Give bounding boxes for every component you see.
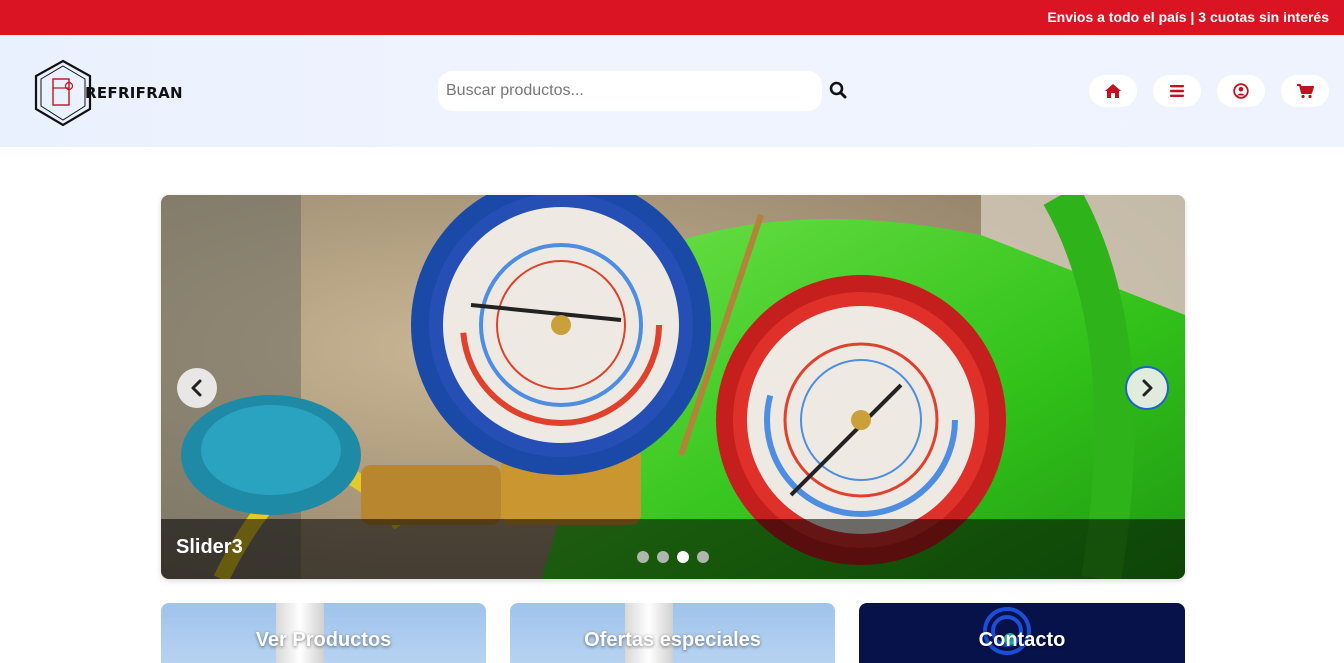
card-ofertas-especiales[interactable]: Ofertas especiales (510, 603, 835, 663)
slide-caption-text: Slider3 (176, 536, 243, 558)
card-label: Ofertas especiales (584, 629, 761, 651)
search-input[interactable] (438, 71, 822, 111)
promo-bar: Envios a todo el país | 3 cuotas sin int… (0, 0, 1344, 35)
carousel-dot-2[interactable] (657, 551, 669, 563)
search-button[interactable] (829, 81, 849, 101)
cart-button[interactable] (1281, 75, 1329, 107)
site-logo[interactable]: REFRIFRAN (33, 59, 193, 127)
search-icon (829, 81, 847, 99)
carousel-indicators (637, 551, 709, 563)
card-label: Ver Productos (255, 629, 392, 651)
hero-carousel: Slider3 (161, 195, 1185, 579)
bars-icon (1170, 85, 1184, 97)
home-button[interactable] (1089, 75, 1137, 107)
home-icon (1105, 84, 1121, 98)
carousel-dot-3[interactable] (677, 551, 689, 563)
carousel-dot-4[interactable] (697, 551, 709, 563)
chevron-right-icon (1142, 379, 1153, 397)
carousel-next-button[interactable] (1127, 368, 1167, 408)
shopping-cart-icon (1297, 84, 1314, 99)
logo-hexagon-icon (34, 59, 92, 127)
card-label: Contacto (978, 629, 1066, 651)
card-ver-productos[interactable]: Ver Productos (161, 603, 486, 663)
logo-text: REFRIFRAN (85, 84, 183, 102)
account-button[interactable] (1217, 75, 1265, 107)
site-header: REFRIFRAN (0, 35, 1344, 147)
menu-button[interactable] (1153, 75, 1201, 107)
carousel-dot-1[interactable] (637, 551, 649, 563)
card-contacto[interactable]: Contacto (859, 603, 1185, 663)
promo-text: Envios a todo el país | 3 cuotas sin int… (1047, 9, 1329, 25)
chevron-left-icon (191, 379, 202, 397)
carousel-prev-button[interactable] (177, 368, 217, 408)
slide-caption: Slider3 (161, 519, 1185, 579)
user-circle-icon (1233, 83, 1249, 99)
